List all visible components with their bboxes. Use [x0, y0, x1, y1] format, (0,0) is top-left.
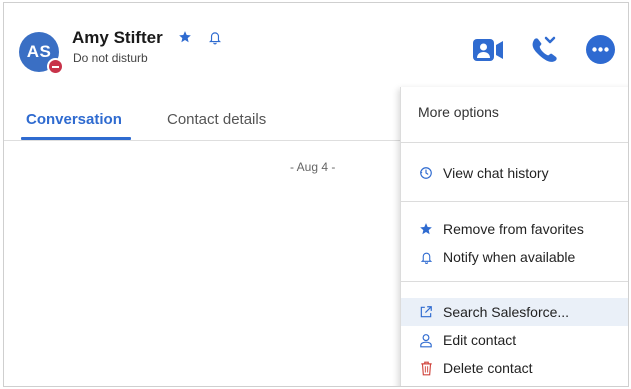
menu-item-label: Edit contact	[443, 332, 517, 348]
menu-item-notify-when-available[interactable]: Notify when available	[401, 243, 628, 271]
menu-item-label: View chat history	[443, 165, 549, 181]
menu-item-label: Remove from favorites	[443, 221, 584, 237]
avatar-initials: AS	[26, 42, 52, 61]
tab-contact-details[interactable]: Contact details	[167, 111, 266, 128]
menu-item-edit-contact[interactable]: Edit contact	[401, 326, 628, 354]
favorite-star-icon[interactable]	[178, 30, 192, 49]
menu-item-remove-from-favorites[interactable]: Remove from favorites	[401, 215, 628, 243]
menu-divider	[401, 281, 628, 282]
date-separator: - Aug 4 -	[290, 160, 336, 174]
menu-divider	[401, 201, 628, 202]
presence-status: Do not disturb	[73, 51, 148, 65]
menu-item-view-chat-history[interactable]: View chat history	[401, 159, 628, 187]
menu-item-label: Delete contact	[443, 360, 533, 376]
bell-icon	[418, 249, 434, 265]
more-options-menu: More options View chat history Remove fr…	[400, 87, 628, 386]
ellipsis-icon	[592, 47, 609, 52]
trash-icon	[418, 360, 434, 376]
chat-panel: AS Amy Stifter Do not disturb Conversati…	[3, 2, 629, 387]
more-options-button[interactable]	[586, 35, 615, 64]
contact-name: Amy Stifter	[72, 28, 163, 47]
phone-call-icon[interactable]	[530, 35, 558, 68]
do-not-disturb-icon	[47, 58, 64, 75]
video-call-icon[interactable]	[473, 39, 503, 66]
menu-item-label: Search Salesforce...	[443, 304, 570, 320]
bell-icon[interactable]	[208, 30, 222, 50]
menu-item-delete-contact[interactable]: Delete contact	[401, 354, 628, 382]
star-icon	[418, 221, 434, 237]
external-link-icon	[418, 304, 434, 320]
menu-item-search-salesforce[interactable]: Search Salesforce...	[401, 298, 628, 326]
person-icon	[418, 332, 434, 348]
tab-divider	[4, 140, 404, 141]
history-icon	[418, 165, 434, 181]
menu-divider	[401, 142, 628, 143]
menu-item-label: Notify when available	[443, 249, 576, 265]
tab-conversation[interactable]: Conversation	[26, 111, 122, 128]
menu-title: More options	[418, 104, 499, 120]
